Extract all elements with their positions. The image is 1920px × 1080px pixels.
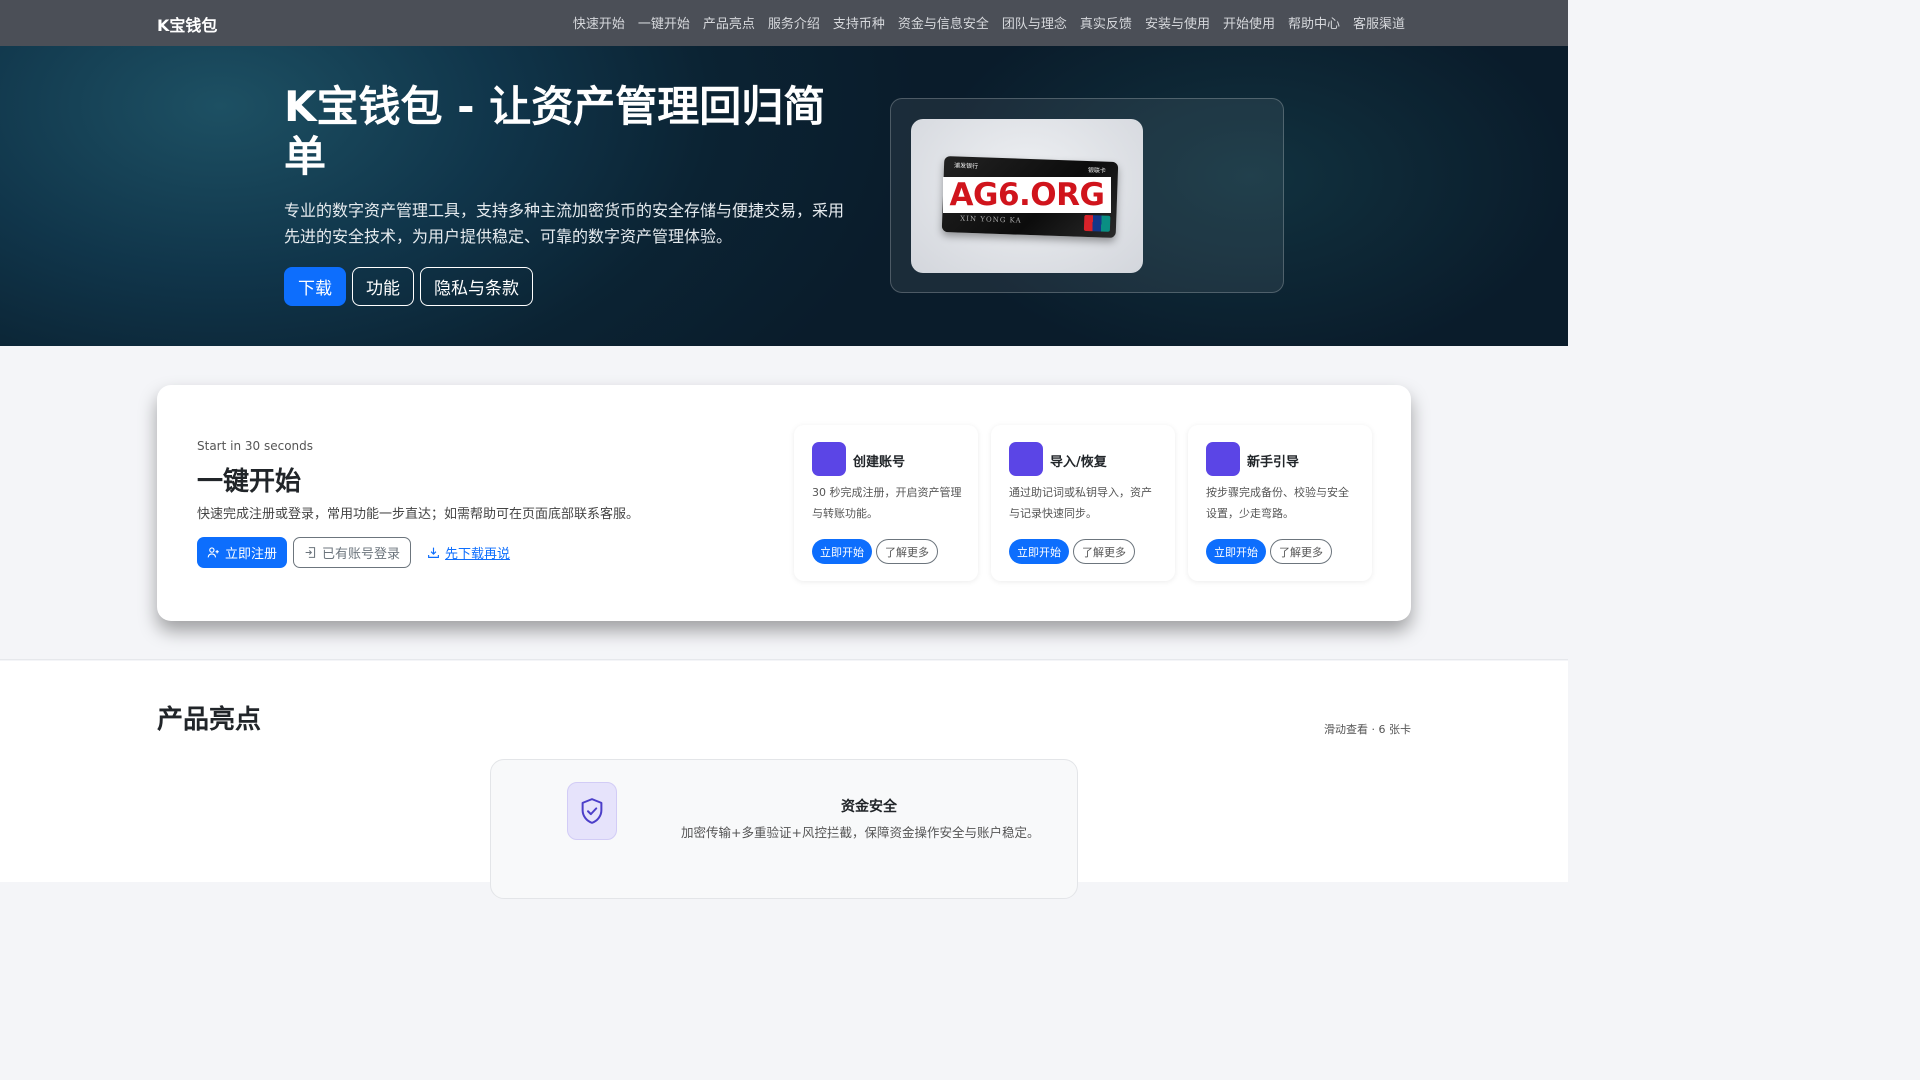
highlight-card-title: 资金安全 bbox=[841, 799, 897, 815]
privacy-terms-button[interactable]: 隐私与条款 bbox=[420, 267, 533, 306]
nav-links: 快速开始 一键开始 产品亮点 服务介绍 支持币种 资金与信息安全 团队与理念 真… bbox=[573, 13, 1405, 32]
download-first-label: 先下载再说 bbox=[445, 547, 511, 562]
quickstart-buttons: 立即注册 已有账号登录 先下载再说 bbox=[197, 537, 520, 568]
learn-more-button[interactable]: 了解更多 bbox=[876, 539, 938, 564]
download-first-link[interactable]: 先下载再说 bbox=[417, 537, 520, 568]
card-title: 导入/恢复 bbox=[1050, 455, 1107, 470]
unionpay-logo-icon bbox=[1083, 214, 1111, 232]
register-button[interactable]: 立即注册 bbox=[197, 537, 288, 568]
add-user-icon bbox=[207, 547, 219, 558]
brand-logo[interactable]: K宝钱包 bbox=[157, 12, 217, 36]
nav-link-security[interactable]: 资金与信息安全 bbox=[898, 13, 989, 32]
nav-link-install[interactable]: 安装与使用 bbox=[1145, 13, 1210, 32]
hero-image: 浦发银行 银联卡 XIN YONG KA AG6.ORG bbox=[911, 119, 1143, 273]
hero-buttons: 下载 功能 隐私与条款 bbox=[284, 267, 533, 306]
start-now-button[interactable]: 立即开始 bbox=[1206, 539, 1266, 564]
learn-more-button[interactable]: 了解更多 bbox=[1073, 539, 1135, 564]
learn-more-button[interactable]: 了解更多 bbox=[1270, 539, 1332, 564]
nav-link-team[interactable]: 团队与理念 bbox=[1002, 13, 1067, 32]
nav-link-services[interactable]: 服务介绍 bbox=[768, 13, 820, 32]
hero-section: K宝钱包 - 让资产管理回归简单 专业的数字资产管理工具，支持多种主流加密货币的… bbox=[0, 46, 1568, 346]
image-watermark: AG6.ORG bbox=[943, 177, 1111, 213]
download-button[interactable]: 下载 bbox=[284, 267, 346, 306]
create-account-icon bbox=[812, 442, 846, 476]
highlights-scroll-hint: 滑动查看 · 6 张卡 bbox=[1324, 723, 1411, 736]
card-bank-name: 浦发银行 bbox=[953, 162, 979, 171]
highlights-section: 产品亮点 滑动查看 · 6 张卡 资金安全 加密传输+多重验证+风控拦截，保障资… bbox=[0, 661, 1568, 899]
create-account-card: 创建账号 30 秒完成注册，开启资产管理与转账功能。 立即开始 了解更多 bbox=[794, 425, 978, 581]
nav-link-get-started[interactable]: 开始使用 bbox=[1223, 13, 1275, 32]
card-buttons: 立即开始 了解更多 bbox=[1206, 539, 1332, 564]
beginner-guide-card: 新手引导 按步骤完成备份、校验与安全设置，少走弯路。 立即开始 了解更多 bbox=[1188, 425, 1372, 581]
highlights-title: 产品亮点 bbox=[157, 705, 262, 735]
card-description: 30 秒完成注册，开启资产管理与转账功能。 bbox=[812, 486, 962, 520]
download-icon bbox=[428, 547, 439, 558]
hero-title: K宝钱包 - 让资产管理回归简单 bbox=[284, 82, 826, 182]
beginner-guide-icon bbox=[1206, 442, 1240, 476]
quickstart-eyebrow: Start in 30 seconds bbox=[197, 439, 314, 453]
login-icon bbox=[305, 547, 316, 558]
card-title: 创建账号 bbox=[853, 455, 906, 470]
hero-image-panel: 浦发银行 银联卡 XIN YONG KA AG6.ORG bbox=[890, 98, 1284, 293]
features-button[interactable]: 功能 bbox=[352, 267, 414, 306]
card-name-text: XIN YONG KA bbox=[960, 214, 1022, 225]
top-navbar: K宝钱包 快速开始 一键开始 产品亮点 服务介绍 支持币种 资金与信息安全 团队… bbox=[0, 0, 1568, 46]
highlight-card-fund-security[interactable]: 资金安全 加密传输+多重验证+风控拦截，保障资金操作安全与账户稳定。 bbox=[490, 759, 1078, 899]
nav-link-one-click[interactable]: 一键开始 bbox=[638, 13, 690, 32]
import-restore-icon bbox=[1009, 442, 1043, 476]
hero-description: 专业的数字资产管理工具，支持多种主流加密货币的安全存储与便捷交易，采用先进的安全… bbox=[284, 201, 845, 246]
card-type-label: 银联卡 bbox=[1087, 167, 1107, 175]
quickstart-card: Start in 30 seconds 一键开始 快速完成注册或登录，常用功能一… bbox=[157, 385, 1411, 621]
nav-link-support[interactable]: 客服渠道 bbox=[1353, 13, 1405, 32]
highlight-card-description: 加密传输+多重验证+风控拦截，保障资金操作安全与账户稳定。 bbox=[681, 825, 1040, 840]
nav-link-feedback[interactable]: 真实反馈 bbox=[1080, 13, 1132, 32]
quickstart-section: Start in 30 seconds 一键开始 快速完成注册或登录，常用功能一… bbox=[0, 346, 1568, 660]
login-button[interactable]: 已有账号登录 bbox=[293, 537, 412, 568]
card-description: 通过助记词或私钥导入，资产与记录快速同步。 bbox=[1009, 486, 1152, 520]
nav-link-quick-start[interactable]: 快速开始 bbox=[573, 13, 625, 32]
nav-link-highlights[interactable]: 产品亮点 bbox=[703, 13, 755, 32]
quickstart-title: 一键开始 bbox=[197, 467, 302, 497]
card-buttons: 立即开始 了解更多 bbox=[1009, 539, 1135, 564]
register-label: 立即注册 bbox=[225, 547, 278, 562]
card-description: 按步骤完成备份、校验与安全设置，少走弯路。 bbox=[1206, 486, 1349, 520]
card-title: 新手引导 bbox=[1247, 455, 1300, 470]
quickstart-description: 快速完成注册或登录，常用功能一步直达；如需帮助可在页面底部联系客服。 bbox=[197, 507, 640, 522]
start-now-button[interactable]: 立即开始 bbox=[1009, 539, 1069, 564]
start-now-button[interactable]: 立即开始 bbox=[812, 539, 872, 564]
login-label: 已有账号登录 bbox=[322, 547, 401, 562]
nav-link-help[interactable]: 帮助中心 bbox=[1288, 13, 1340, 32]
import-restore-card: 导入/恢复 通过助记词或私钥导入，资产与记录快速同步。 立即开始 了解更多 bbox=[991, 425, 1175, 581]
card-buttons: 立即开始 了解更多 bbox=[812, 539, 938, 564]
nav-link-currencies[interactable]: 支持币种 bbox=[833, 13, 885, 32]
